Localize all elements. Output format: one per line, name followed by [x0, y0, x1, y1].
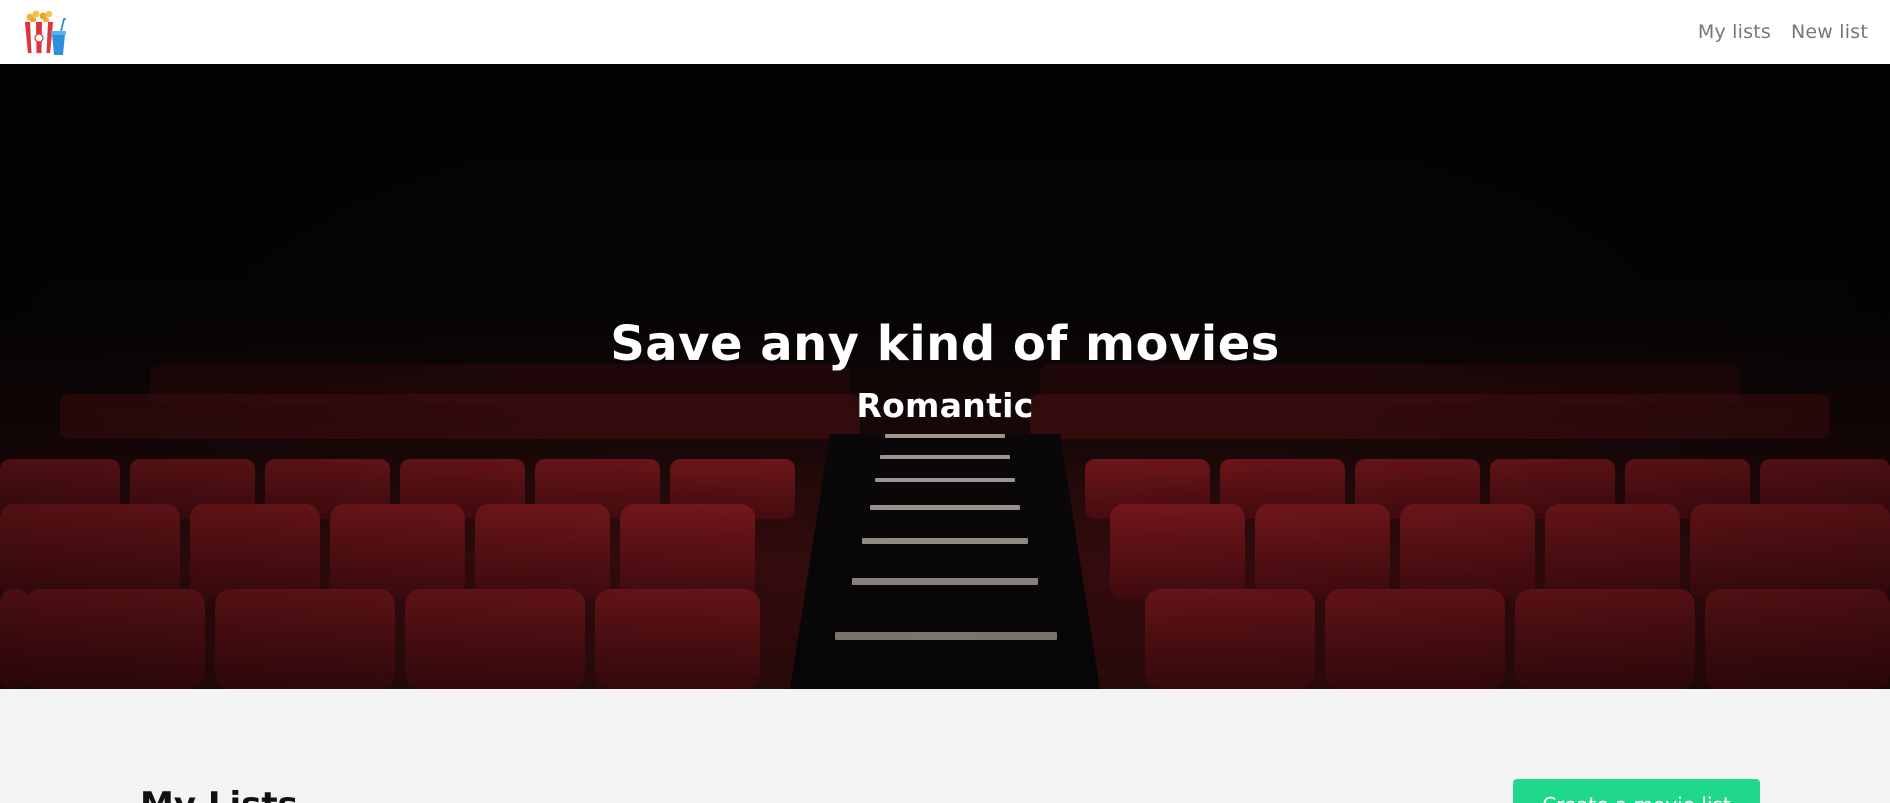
- hero-banner: Save any kind of movies Romantic: [0, 64, 1890, 689]
- hero-subtitle: Romantic: [856, 386, 1034, 425]
- create-movie-list-button[interactable]: Create a movie list: [1513, 779, 1760, 803]
- main-content: My Lists Create a movie list: [0, 689, 1890, 803]
- hero-title: Save any kind of movies: [610, 316, 1280, 372]
- nav-link-new-list[interactable]: New list: [1791, 21, 1868, 43]
- cinema-seats-background: [0, 64, 1890, 689]
- section-title-my-lists: My Lists: [140, 785, 298, 803]
- nav-links: My lists New list: [1698, 21, 1868, 43]
- navbar: My lists New list: [0, 0, 1890, 64]
- nav-link-my-lists[interactable]: My lists: [1698, 21, 1771, 43]
- popcorn-logo-icon[interactable]: [20, 7, 70, 57]
